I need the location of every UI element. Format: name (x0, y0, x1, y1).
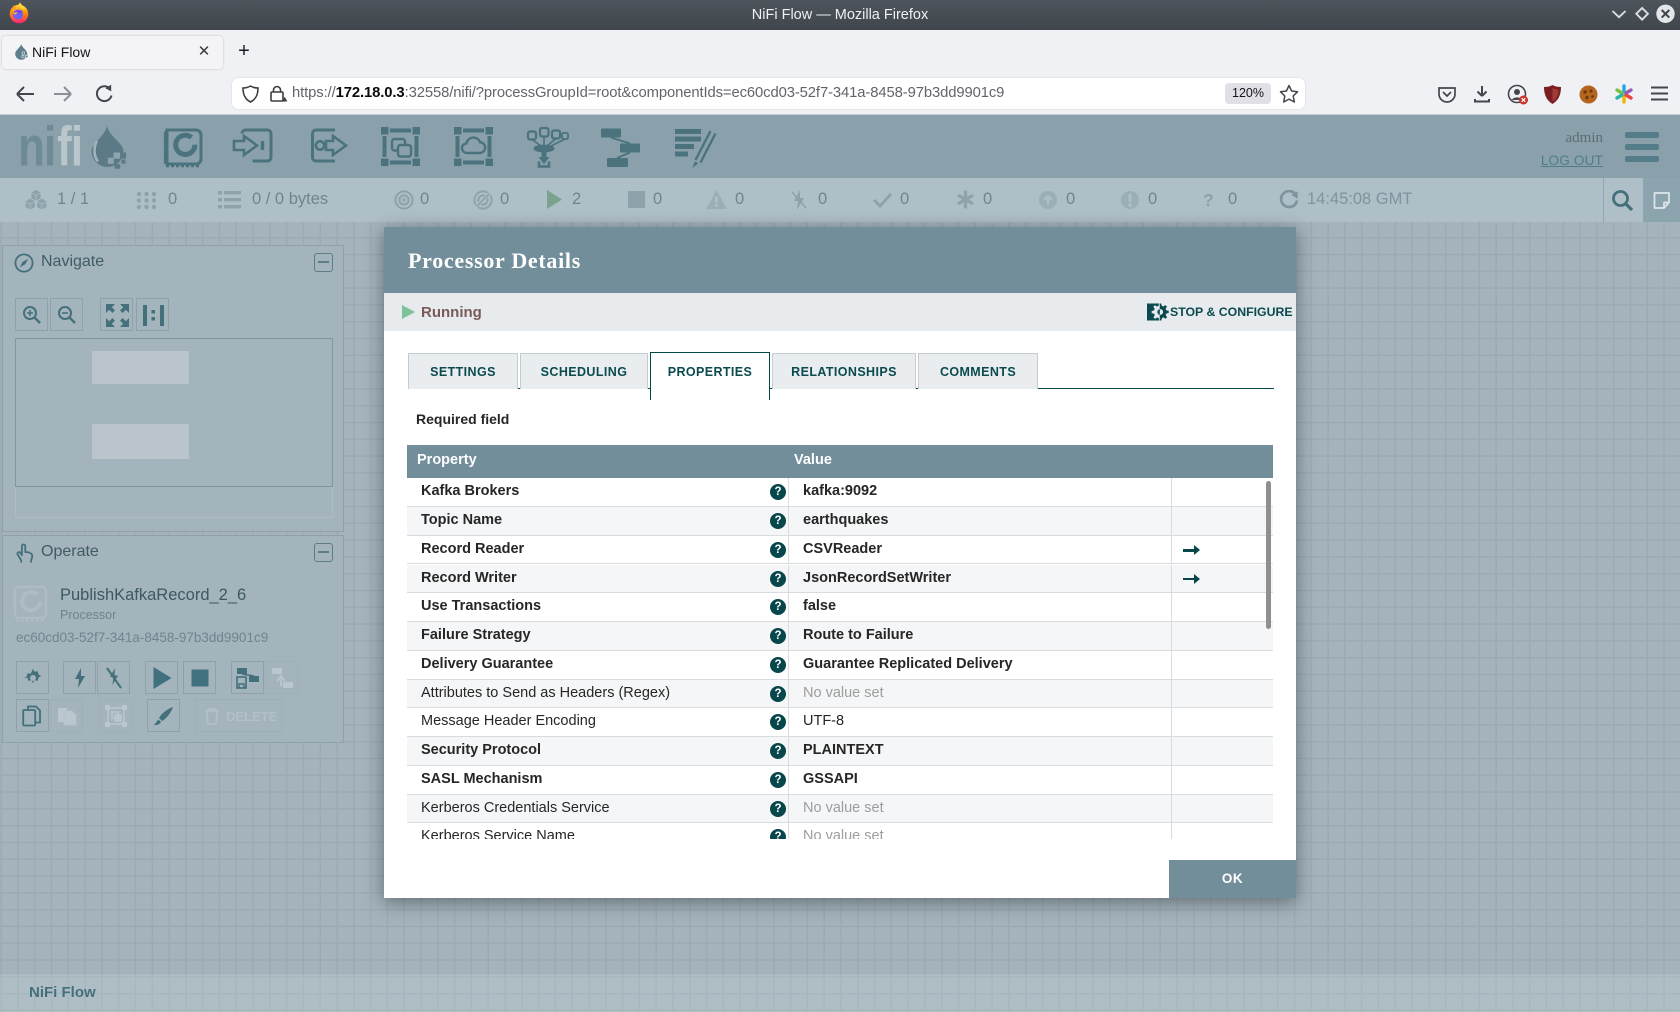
svg-text:fi: fi (57, 122, 82, 170)
svg-text:ni: ni (18, 122, 55, 170)
